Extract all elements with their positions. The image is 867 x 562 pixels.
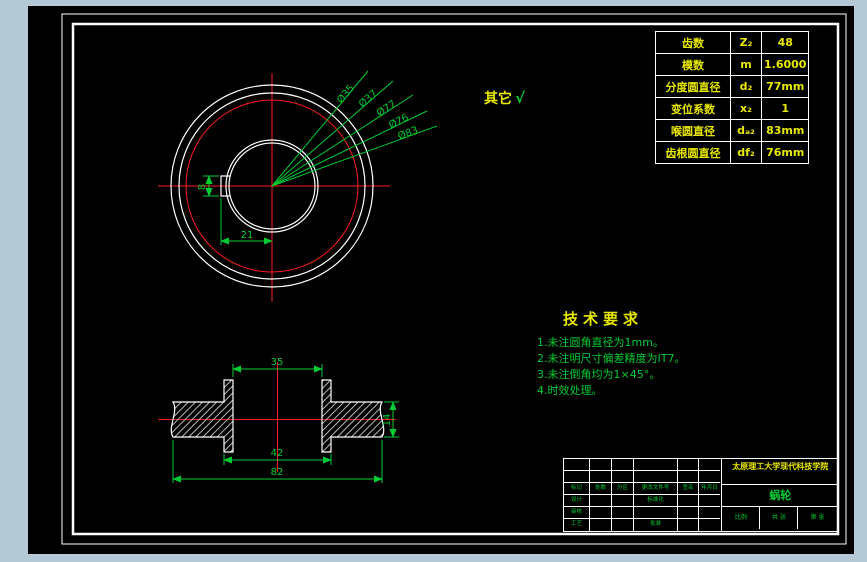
param-label: 齿根圆直径 [655,141,731,164]
tb-rev-mark: 标记 [564,483,590,495]
gear-parameter-table: 齿数 Z₂ 48 模数 m 1.6000 分度圆直径 d₂ 77mm 变位系数 … [655,31,810,164]
tech-requirements-list: 1.未注圆角直径为1mm。 2.未注明尺寸偏差精度为IT7。 3.未注倒角均为1… [537,335,685,399]
part-name: 蜗轮 [722,485,838,507]
param-symbol: Z₂ [730,31,762,54]
tb-cell [612,495,634,507]
tb-cell [699,471,720,483]
title-block-revision-grid: 标记 处数 分区 更改文件号 签名 年月日 设计 标准化 审核 工艺 批准 [564,459,723,531]
param-value: 48 [760,31,810,54]
tb-approve: 批准 [634,519,678,531]
tb-rev-file: 更改文件号 [634,483,678,495]
table-row: 齿数 Z₂ 48 [655,31,810,54]
param-label: 模数 [655,53,731,76]
tb-rev-zone: 分区 [612,483,634,495]
param-value: 1 [760,97,810,120]
scale-label: 比例 [722,507,761,529]
tb-cell [612,519,634,531]
surface-note: 其它 √ [484,88,525,108]
param-label: 变位系数 [655,97,731,120]
bore-dim-label: 35 [271,357,284,368]
surface-note-label: 其它 [484,91,512,107]
tb-cell [590,459,612,471]
organization-name: 太原理工大学现代科技学院 [722,459,838,485]
tb-cell [678,471,699,483]
tb-design: 设计 [564,495,590,507]
tb-process: 工艺 [564,519,590,531]
param-label: 齿数 [655,31,731,54]
param-value: 1.6000 [760,53,810,76]
tb-cell [678,507,699,519]
tb-cell [612,459,634,471]
tb-cell [612,471,634,483]
cad-viewer-window: { "colors": { "background": "#b4c7d5", "… [0,0,867,562]
hub-dim-label: 42 [271,448,284,459]
tb-cell [699,519,720,531]
tb-cell [634,459,678,471]
param-symbol: x₂ [730,97,762,120]
tb-cell [564,471,590,483]
param-label: 分度圆直径 [655,75,731,98]
face-width-dim-label: 14 [382,414,393,427]
tb-cell [634,471,678,483]
tb-cell [634,507,678,519]
tb-standard: 标准化 [634,495,678,507]
tb-rev-count: 处数 [590,483,612,495]
param-symbol: dₐ₂ [730,119,762,142]
param-value: 77mm [760,75,810,98]
tb-check: 审核 [564,507,590,519]
overall-dim-label: 82 [271,467,284,478]
tb-cell [699,459,720,471]
param-value: 76mm [760,141,810,164]
tb-cell [564,459,590,471]
title-block-name-area: 太原理工大学现代科技学院 蜗轮 比例 共 张 第 张 [722,459,838,531]
tb-cell [678,519,699,531]
tech-req-item: 4.时效处理。 [537,384,603,397]
table-row: 分度圆直径 d₂ 77mm [655,75,810,98]
tb-cell [590,519,612,531]
tb-cell [590,495,612,507]
param-symbol: df₂ [730,141,762,164]
tb-cell [590,507,612,519]
tech-req-item: 1.未注圆角直径为1mm。 [537,336,664,349]
tb-cell [699,495,720,507]
keyway-depth-label: 21 [241,230,254,241]
param-value: 83mm [760,119,810,142]
tb-cell [590,471,612,483]
table-row: 齿根圆直径 df₂ 76mm [655,141,810,164]
tech-req-item: 2.未注明尺寸偏差精度为IT7。 [537,352,686,365]
check-mark: √ [515,89,526,107]
param-symbol: m [730,53,762,76]
tb-cell [699,507,720,519]
tb-cell [678,495,699,507]
table-row: 模数 m 1.6000 [655,53,810,76]
keyway-width-label: 8 [197,184,208,190]
sheet-total-label: 共 张 [760,507,799,529]
tb-cell [678,459,699,471]
tb-cell [612,507,634,519]
table-row: 变位系数 x₂ 1 [655,97,810,120]
sheet-number-label: 第 张 [810,514,825,521]
param-label: 喉圆直径 [655,119,731,142]
tb-rev-date: 年月日 [699,483,720,495]
param-symbol: d₂ [730,75,762,98]
table-row: 喉圆直径 dₐ₂ 83mm [655,119,810,142]
tech-requirements-title: 技术要求 [563,310,644,328]
tech-req-item: 3.未注倒角均为1×45°。 [537,368,661,381]
tb-rev-sign: 签名 [678,483,699,495]
title-block-bottom-row: 比例 共 张 第 张 [722,507,838,529]
title-block: 标记 处数 分区 更改文件号 签名 年月日 设计 标准化 审核 工艺 批准 太原… [563,458,839,532]
